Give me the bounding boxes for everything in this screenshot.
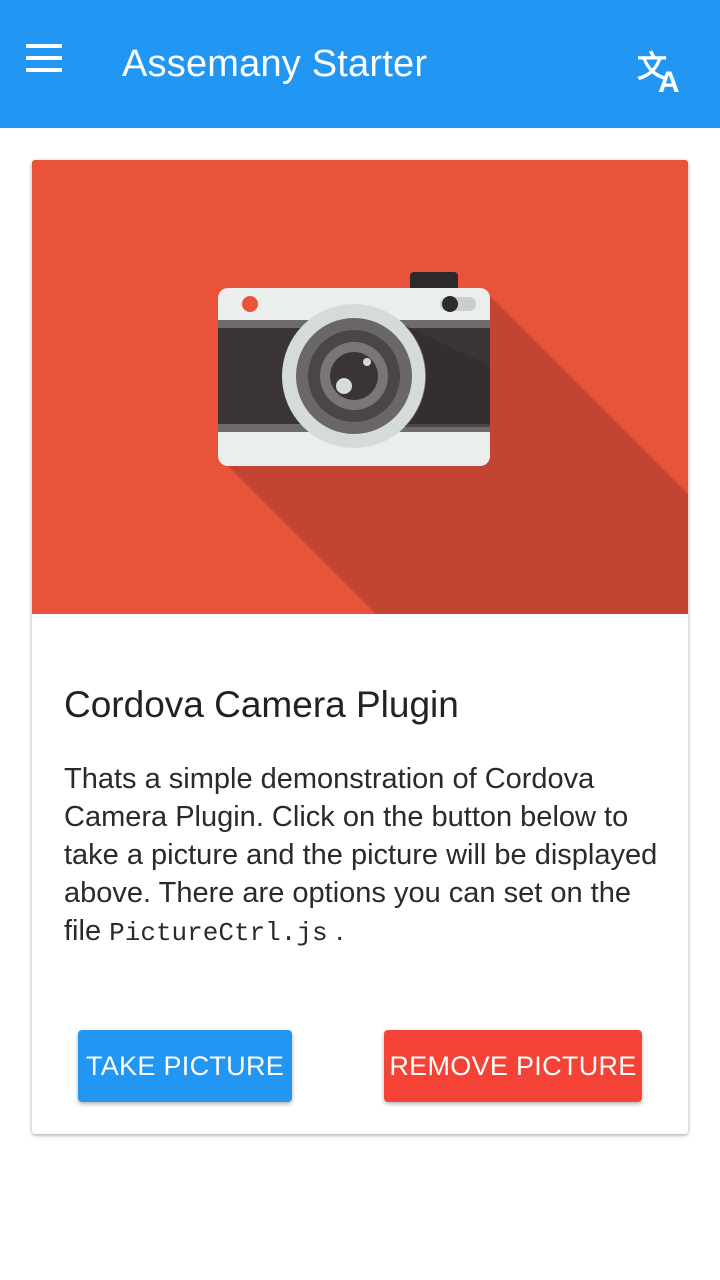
- hamburger-menu-icon-line: [26, 56, 62, 60]
- card-description-end: .: [335, 915, 344, 947]
- card-description: Thats a simple demonstration of Cordova …: [64, 760, 664, 952]
- svg-text:A: A: [658, 66, 680, 99]
- app-title: Assemany Starter: [122, 43, 428, 85]
- menu-button[interactable]: [18, 36, 70, 80]
- hamburger-menu-icon: [26, 44, 62, 48]
- app-bar: Assemany Starter 文 A: [0, 0, 720, 128]
- camera-illustration: [32, 160, 688, 614]
- camera-card: Cordova Camera Plugin Thats a simple dem…: [32, 160, 688, 1134]
- remove-picture-button[interactable]: REMOVE PICTURE: [384, 1030, 642, 1102]
- translate-button[interactable]: 文 A: [628, 44, 692, 100]
- code-filename: PictureCtrl.js: [109, 918, 328, 948]
- hamburger-menu-icon-line: [26, 68, 62, 72]
- card-title: Cordova Camera Plugin: [64, 684, 459, 725]
- translate-icon: 文 A: [637, 50, 680, 99]
- take-picture-button[interactable]: TAKE PICTURE: [78, 1030, 292, 1102]
